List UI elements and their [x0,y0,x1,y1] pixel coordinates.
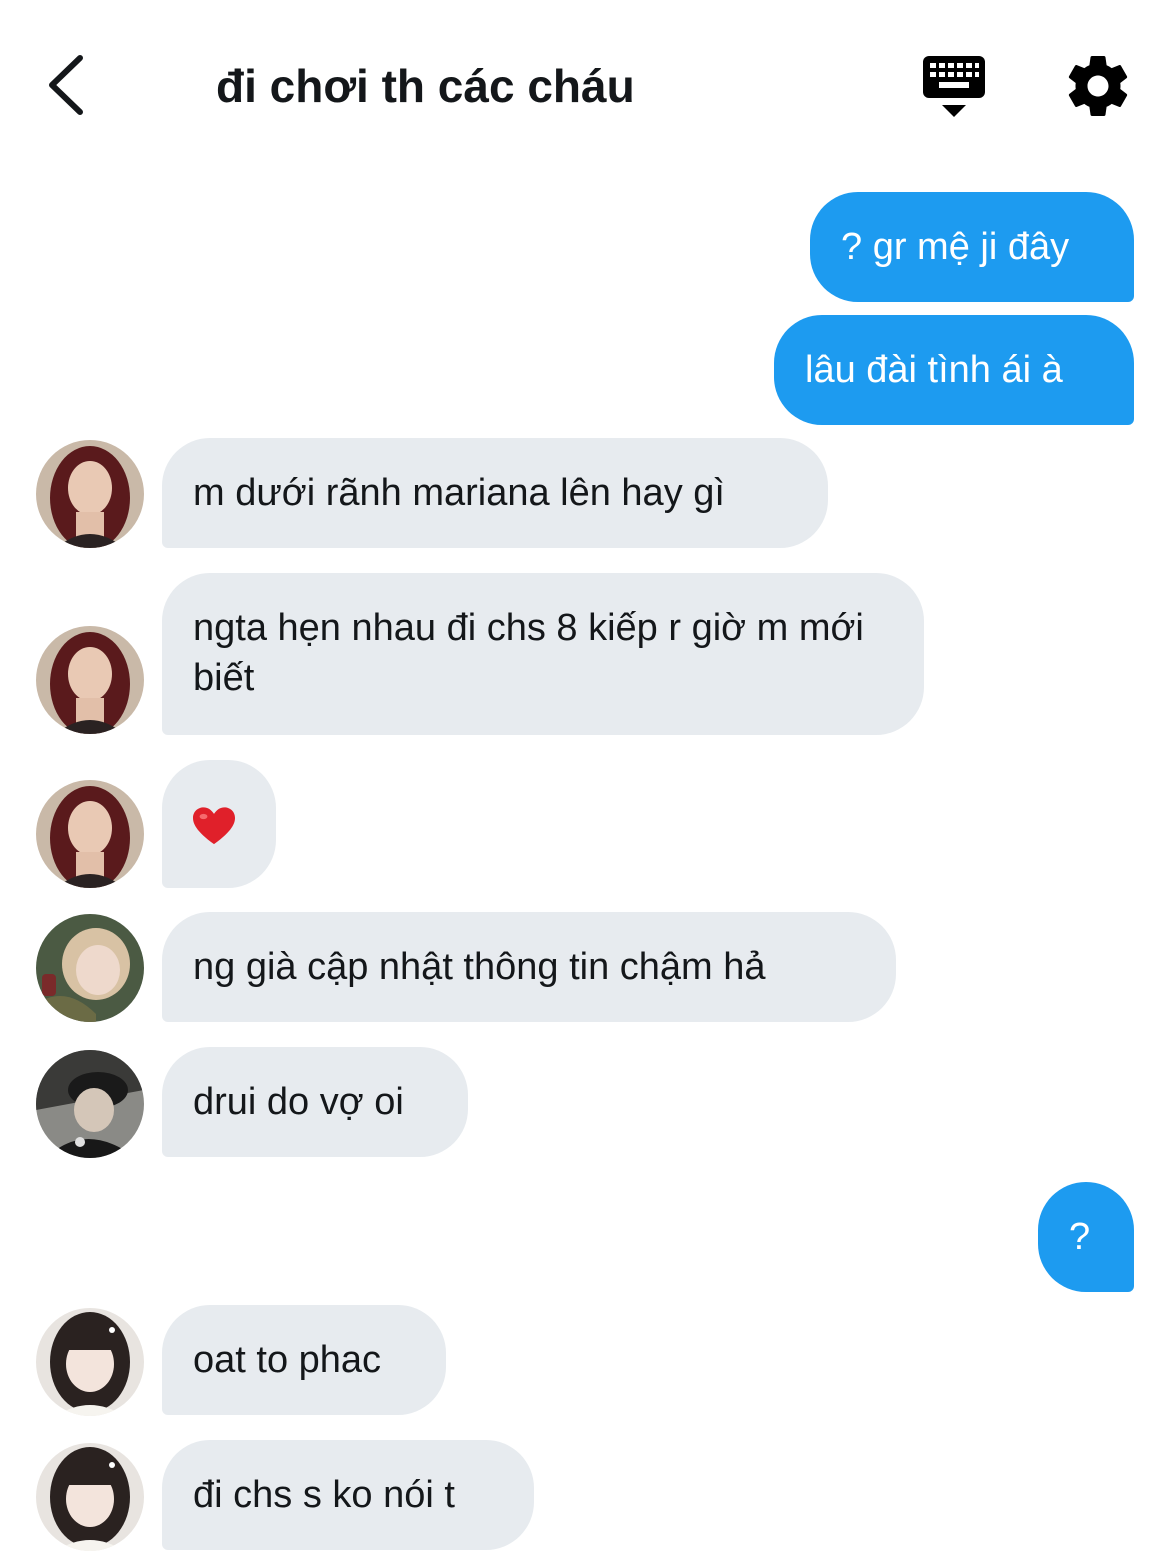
conversation-title: đi chơi th các cháu [216,60,635,112]
avatar[interactable] [36,626,144,734]
incoming-message[interactable]: đi chs s ko nói t [162,1440,534,1550]
avatar-red-hair-image [36,440,144,548]
avatar-bangs-image [36,1308,144,1416]
incoming-message[interactable]: ngta hẹn nhau đi chs 8 kiếp r giờ m mới … [162,573,924,735]
avatar[interactable] [36,780,144,888]
incoming-message[interactable]: oat to phac [162,1305,446,1415]
avatar[interactable] [36,1050,144,1158]
incoming-message[interactable]: m dưới rãnh mariana lên hay gì [162,438,828,548]
outgoing-message[interactable]: ? [1038,1182,1134,1292]
avatar[interactable] [36,1308,144,1416]
avatar-bangs-image [36,1443,144,1551]
keyboard-icon [923,56,985,117]
back-button[interactable] [38,50,98,120]
outgoing-message[interactable]: ? gr mệ ji đây [810,192,1134,302]
message-text: ? [1069,1216,1091,1258]
incoming-message[interactable]: ng già cập nhật thông tin chậm hả [162,912,896,1022]
chat-header: đi chơi th các cháu [0,0,1170,170]
avatar[interactable] [36,440,144,548]
avatar-red-hair-image [36,626,144,734]
avatar-blonde-image [36,914,144,1022]
message-text: drui do vợ oi [193,1081,404,1123]
keyboard-button[interactable] [918,50,990,122]
message-text: ngta hẹn nhau đi chs 8 kiếp r giờ m mới … [193,607,864,699]
avatar[interactable] [36,1443,144,1551]
message-text: ng già cập nhật thông tin chậm hả [193,946,766,988]
incoming-message[interactable] [162,760,276,888]
incoming-message[interactable]: drui do vợ oi [162,1047,468,1157]
gear-icon [1068,56,1128,116]
message-text: đi chs s ko nói t [193,1474,455,1516]
message-text: m dưới rãnh mariana lên hay gì [193,472,725,514]
avatar-red-hair-image [36,780,144,888]
avatar[interactable] [36,914,144,1022]
heart-emoji-icon [193,807,235,845]
settings-button[interactable] [1062,50,1134,122]
message-text: ? gr mệ ji đây [841,226,1070,268]
avatar-cap-image [36,1050,144,1158]
message-text: oat to phac [193,1339,382,1381]
chevron-left-icon [49,55,83,115]
message-text: lâu đài tình ái à [805,349,1063,391]
outgoing-message[interactable]: lâu đài tình ái à [774,315,1134,425]
